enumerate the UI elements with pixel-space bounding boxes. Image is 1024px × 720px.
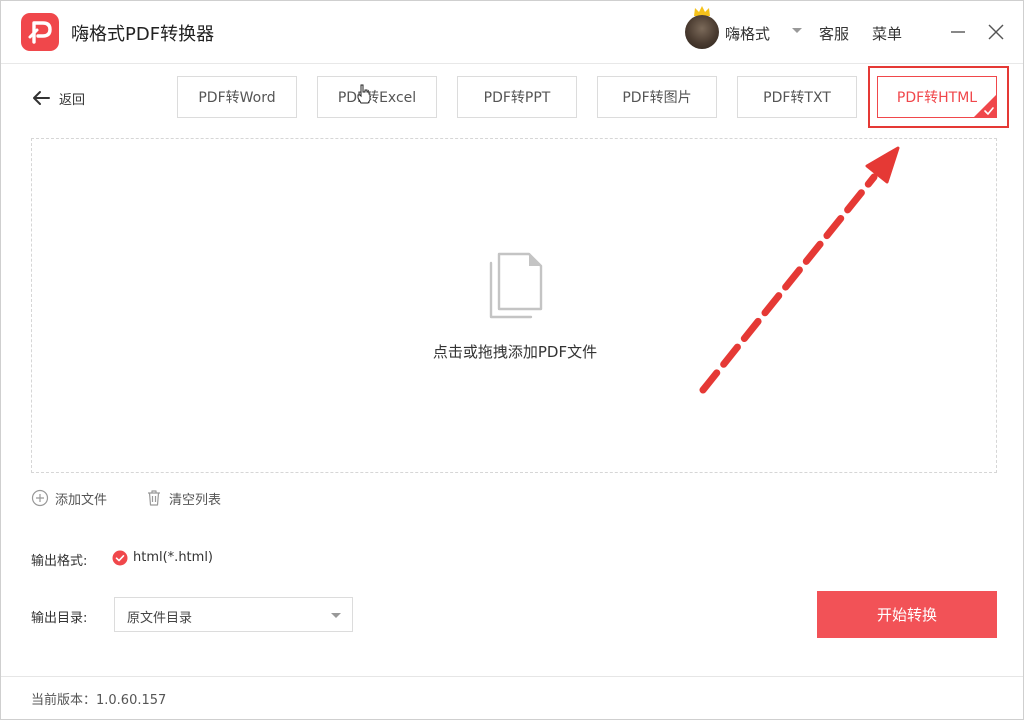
username[interactable]: 嗨格式 — [725, 23, 770, 44]
version-text: 当前版本：1.0.60.157 — [31, 693, 167, 708]
tab-pdf-to-txt[interactable]: PDF转TXT — [737, 76, 857, 118]
chevron-down-icon — [331, 613, 341, 618]
check-circle-icon[interactable] — [112, 550, 128, 566]
close-icon[interactable] — [985, 21, 1007, 43]
tab-pdf-to-word[interactable]: PDF转Word — [177, 76, 297, 118]
tab-pdf-to-ppt[interactable]: PDF转PPT — [457, 76, 577, 118]
tab-pdf-to-excel[interactable]: PDF转Excel — [317, 76, 437, 118]
output-dir-label: 输出目录: — [31, 611, 88, 626]
add-file-label: 添加文件 — [55, 492, 108, 508]
back-button[interactable]: 返回 — [31, 87, 85, 109]
hand-cursor-icon — [357, 84, 371, 104]
output-format-label: 输出格式: — [31, 554, 88, 569]
app-logo-icon — [21, 13, 59, 51]
arrow-left-icon — [33, 91, 50, 105]
title-bar: 嗨格式PDF转换器 嗨格式 客服 菜单 — [1, 1, 1023, 63]
trash-icon — [148, 490, 160, 506]
plus-circle-icon — [31, 489, 49, 507]
back-label: 返回 — [59, 92, 86, 108]
clear-list-button[interactable]: 清空列表 — [145, 489, 222, 508]
document-icon — [489, 252, 543, 319]
output-format-value: html(*.html) — [133, 550, 213, 565]
minimize-icon[interactable] — [947, 21, 969, 43]
add-file-button[interactable]: 添加文件 — [31, 489, 108, 508]
footer-divider — [1, 676, 1023, 677]
file-drop-zone[interactable]: 点击或拖拽添加PDF文件 — [31, 138, 997, 473]
clear-list-label: 清空列表 — [169, 492, 222, 508]
user-avatar[interactable] — [685, 15, 719, 49]
drop-hint: 点击或拖拽添加PDF文件 — [432, 343, 598, 361]
customer-service-button[interactable]: 客服 — [819, 23, 849, 44]
app-title: 嗨格式PDF转换器 — [71, 24, 215, 45]
menu-button[interactable]: 菜单 — [872, 23, 902, 44]
output-dir-value: 原文件目录 — [127, 611, 193, 626]
tab-pdf-to-image[interactable]: PDF转图片 — [597, 76, 717, 118]
title-divider — [1, 63, 1023, 64]
annotation-highlight-box — [868, 66, 1009, 128]
start-convert-button[interactable]: 开始转换 — [817, 591, 997, 638]
app-window: 嗨格式PDF转换器 嗨格式 客服 菜单 返回 PDF转Word PDF转Exce… — [0, 0, 1024, 720]
user-dropdown-icon[interactable] — [791, 27, 803, 35]
output-dir-select[interactable]: 原文件目录 — [114, 597, 353, 632]
